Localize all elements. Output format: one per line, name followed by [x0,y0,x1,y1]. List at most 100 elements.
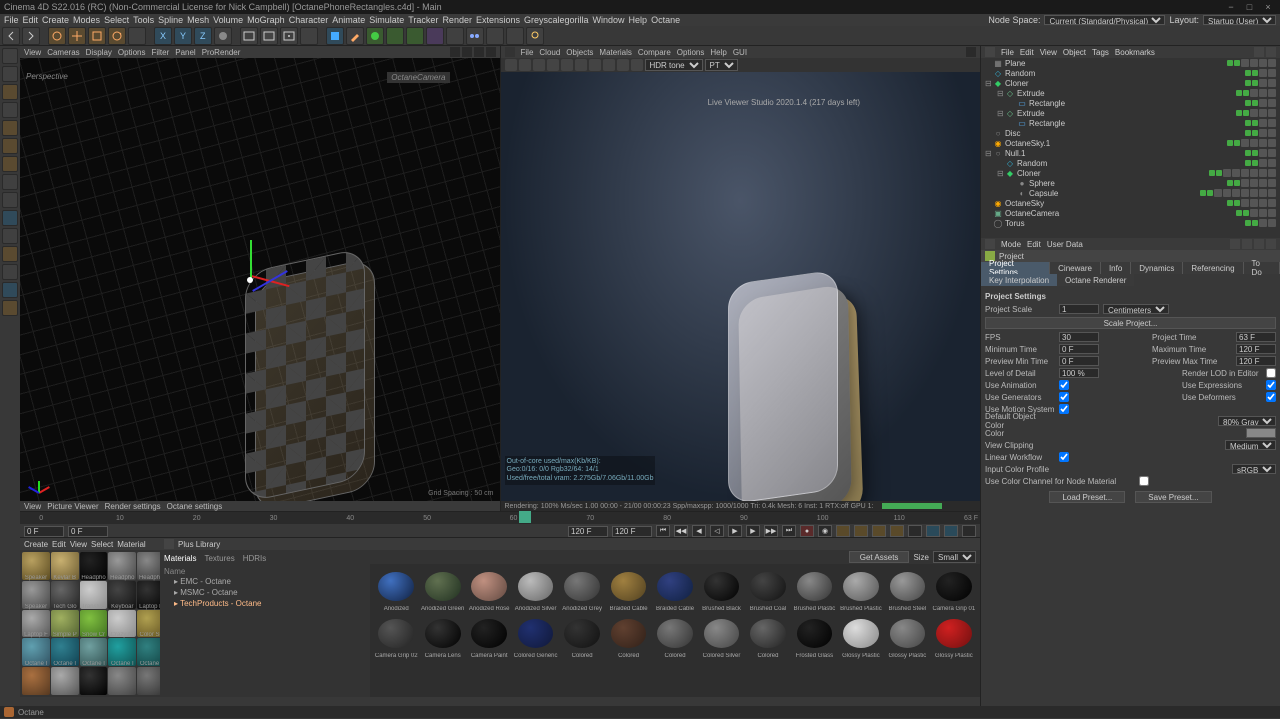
hdr-tone-select[interactable]: HDR tone [645,59,703,71]
key-scale[interactable] [854,525,868,537]
prev-key[interactable]: ◀◀ [674,525,688,537]
object-row[interactable]: ⊟◇Extrude [981,88,1280,98]
planar-workplane[interactable] [2,282,18,298]
asset-thumbnail[interactable]: Braided Cable [653,568,697,612]
asset-thumbnail[interactable]: Anodized Green [420,568,464,612]
close-button[interactable]: × [1260,2,1276,12]
tree-item[interactable]: ▸ EMC - Octane [164,576,366,587]
material-ball[interactable]: Transluci [80,581,108,609]
object-row[interactable]: ▭Rectangle [981,98,1280,108]
menu-item[interactable]: Modes [73,15,100,25]
tab-hdris[interactable]: HDRIs [243,554,267,563]
prevmax-input[interactable] [1236,356,1276,366]
asset-thumbnail[interactable]: Colored Generic [513,614,557,658]
object-row[interactable]: ●Sphere [981,178,1280,188]
material-ball[interactable]: Headpho [80,552,108,580]
fps-input[interactable] [1059,332,1099,342]
asset-thumbnail[interactable]: Anodized [374,568,418,612]
viewclip-select[interactable]: Medium [1225,440,1276,450]
undo-button[interactable] [2,27,20,45]
coord-system[interactable] [214,27,232,45]
lv-focus-icon[interactable] [631,59,643,71]
save-preset-button[interactable]: Save Preset... [1135,491,1211,503]
menu-item[interactable]: Create [42,15,69,25]
size-select[interactable]: Small [933,551,976,563]
am-nav-icon[interactable] [1266,239,1276,249]
lv-menu-materials[interactable]: Materials [599,48,631,57]
bend-deformer[interactable] [426,27,444,45]
om-search-icon[interactable] [1254,47,1264,57]
material-ball[interactable]: Laptop P [137,581,160,609]
mat-menu-select[interactable]: Select [91,540,113,549]
tab-todo[interactable]: To Do [1244,262,1280,274]
lv-menu-cloud[interactable]: Cloud [539,48,560,57]
om-bookmarks[interactable]: Bookmarks [1115,48,1155,57]
menu-item[interactable]: Character [289,15,329,25]
next-frame[interactable]: ▶ [746,525,760,537]
workplane[interactable] [2,102,18,118]
project-scale-input[interactable] [1059,304,1099,314]
vp-nav-icon[interactable] [462,47,472,57]
lv-clay-icon[interactable] [589,59,601,71]
tree-item[interactable]: ▸ TechProducts - Octane [164,598,366,609]
lv-menu-gui[interactable]: GUI [733,48,747,57]
vp-nav-icon[interactable] [486,47,496,57]
bulb-icon[interactable] [526,27,544,45]
record-key[interactable]: ● [800,525,814,537]
material-ball[interactable]: Simple P [51,610,79,638]
subtab-octane[interactable]: Octane Renderer [1057,274,1134,286]
prevmin-input[interactable] [1059,356,1099,366]
move-tool[interactable] [68,27,86,45]
asset-thumbnail[interactable]: Brushed Coal [746,568,790,612]
object-row[interactable]: ◇Random [981,158,1280,168]
render-to-pv[interactable] [300,27,318,45]
asset-thumbnail[interactable]: Glossy Plastic [932,614,976,658]
subdiv-generator[interactable] [366,27,384,45]
make-editable[interactable] [2,48,18,64]
object-row[interactable]: ▭Rectangle [981,118,1280,128]
am-edit[interactable]: Edit [1027,240,1041,249]
material-ball[interactable]: Octane I [22,638,50,666]
menu-item[interactable]: Greyscalegorilla [524,15,589,25]
om-eye-icon[interactable] [1266,47,1276,57]
nodespace-select[interactable]: Current (Standard/Physical) [1044,15,1165,25]
field-icon[interactable] [446,27,464,45]
anim-check[interactable] [1059,380,1069,390]
object-row[interactable]: ▣OctaneCamera [981,208,1280,218]
menu-item[interactable]: Animate [332,15,365,25]
asset-thumbnail[interactable]: Colored [560,614,604,658]
maxtime-input[interactable] [1236,344,1276,354]
prev-frame[interactable]: ◀ [692,525,706,537]
tab-cineware[interactable]: Cineware [1050,262,1101,274]
tab-dynamics[interactable]: Dynamics [1131,262,1183,274]
renderlod-check[interactable] [1266,368,1276,378]
menu-item[interactable]: Spline [158,15,183,25]
tab-referencing[interactable]: Referencing [1183,262,1243,274]
projtime-input[interactable] [1236,332,1276,342]
am-nav-icon[interactable] [1254,239,1264,249]
lv-pause-icon[interactable] [519,59,531,71]
expr-check[interactable] [1266,380,1276,390]
object-row[interactable]: ⊟◆Cloner [981,78,1280,88]
lv-picker-icon[interactable] [617,59,629,71]
maximize-button[interactable]: □ [1241,2,1257,12]
tab-project-settings[interactable]: Project Settings [981,262,1050,274]
material-ball[interactable]: Crazy Gl [108,610,136,638]
asset-thumbnail[interactable]: Camera Lens [420,614,464,658]
lv-menu-options[interactable]: Options [677,48,705,57]
material-ball[interactable]: Snow Cr [80,610,108,638]
material-ball[interactable]: Speaker [22,581,50,609]
array-generator[interactable] [386,27,404,45]
model-mode[interactable] [2,66,18,82]
light-icon[interactable] [506,27,524,45]
z-lock[interactable]: Z [194,27,212,45]
menu-item[interactable]: File [4,15,19,25]
mat-menu-create[interactable]: Create [24,540,48,549]
vp-menu-display[interactable]: Display [86,48,112,57]
material-ball[interactable]: Headpho [137,552,160,580]
timeline-ruler[interactable]: 0102030405060708090100110 63 F [20,512,980,524]
asset-thumbnail[interactable]: Frosted Glass [792,614,836,658]
edge-mode[interactable] [2,138,18,154]
om-tags[interactable]: Tags [1092,48,1109,57]
recent-tool[interactable] [128,27,146,45]
